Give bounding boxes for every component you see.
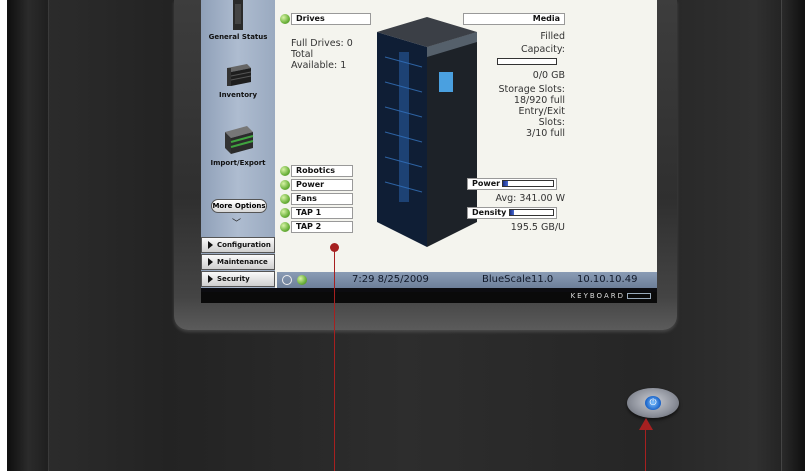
sidebar-item-label: Inventory — [218, 91, 258, 99]
maintenance-button[interactable]: Maintenance — [201, 254, 275, 270]
available-text: Available: 1 — [291, 60, 347, 71]
tap2-label[interactable]: TAP 2 — [291, 221, 353, 233]
status-ok-icon — [280, 194, 290, 204]
tap1-label[interactable]: TAP 1 — [291, 207, 353, 219]
sidebar-item-label: Import/Export — [210, 159, 266, 167]
security-button[interactable]: Security — [201, 271, 275, 287]
library-front-panel: General Status Inventory Import/Export M… — [7, 0, 805, 471]
chevron-down-icon[interactable]: ﹀ — [232, 216, 241, 229]
full-drives-text: Full Drives: 0 — [291, 38, 353, 49]
capacity-bar — [497, 58, 557, 65]
general-status-view: Drives Full Drives: 0 Total Available: 1… — [277, 0, 657, 272]
play-icon — [208, 241, 213, 249]
status-version: BlueScale11.0 — [482, 274, 554, 285]
status-ok-icon — [280, 166, 290, 176]
button-label: Maintenance — [217, 258, 268, 266]
entry-exit-text: Entry/Exit — [518, 106, 565, 117]
status-ip: 10.10.10.49 — [577, 274, 638, 285]
power-metric-title: Power — [472, 179, 501, 188]
configuration-button[interactable]: Configuration — [201, 237, 275, 253]
total-text: Total — [291, 49, 314, 60]
status-ok-icon — [297, 275, 307, 285]
slots-text: Slots: — [538, 117, 565, 128]
power-bar — [502, 180, 554, 187]
callout-line-power — [645, 425, 646, 471]
status-time: 7:29 8/25/2009 — [352, 274, 429, 285]
sidebar-item-general-status[interactable]: General Status — [201, 0, 275, 41]
sidebar-item-inventory[interactable]: Inventory — [201, 60, 275, 99]
density-bar — [509, 209, 554, 216]
nav-button-group: Configuration Maintenance Security — [201, 237, 275, 288]
power-button-housing: ⏻ — [627, 388, 679, 418]
button-label: Security — [217, 275, 250, 283]
density-bar-fill — [510, 210, 515, 215]
power-bar-fill — [503, 181, 508, 186]
door-right-edge — [781, 0, 803, 471]
status-ok-icon — [280, 180, 290, 190]
capacity-value: 0/0 GB — [532, 70, 565, 81]
rack-icon — [233, 0, 243, 30]
power-icon[interactable]: ⏻ — [645, 396, 661, 410]
sidebar: General Status Inventory Import/Export M… — [201, 0, 275, 288]
fans-label[interactable]: Fans — [291, 193, 353, 205]
play-icon — [208, 258, 213, 266]
door-left-edge — [9, 0, 49, 471]
operator-panel: General Status Inventory Import/Export M… — [201, 0, 657, 288]
sidebar-item-label: General Status — [208, 33, 268, 41]
slots-value: 3/10 full — [526, 128, 565, 139]
play-icon — [208, 275, 213, 283]
keyboard-bar[interactable]: KEYBOARD — [201, 292, 657, 303]
status-ok-icon — [280, 14, 290, 24]
callout-arrow — [639, 418, 653, 430]
callout-dot — [330, 243, 339, 252]
more-options-button[interactable]: More Options — [211, 199, 267, 213]
filled-text: Filled — [540, 31, 565, 42]
touch-screen: General Status Inventory Import/Export M… — [201, 0, 657, 303]
density-value: 195.5 GB/U — [510, 222, 565, 233]
status-ok-icon — [280, 208, 290, 218]
drives-label[interactable]: Drives — [291, 13, 371, 25]
keyboard-icon — [627, 293, 651, 299]
density-title: Density — [472, 208, 507, 217]
keyboard-label: KEYBOARD — [570, 292, 625, 300]
storage-slots-text: Storage Slots: — [498, 84, 565, 95]
sidebar-item-import-export[interactable]: Import/Export — [201, 122, 275, 167]
tape-stack-icon — [227, 64, 252, 86]
callout-line-touchscreen — [334, 247, 335, 471]
button-label: Configuration — [217, 241, 271, 249]
status-ok-icon — [280, 222, 290, 232]
magazine-icon — [225, 126, 254, 154]
storage-slots-value: 18/920 full — [513, 95, 565, 106]
power-component-label[interactable]: Power — [291, 179, 353, 191]
capacity-text: Capacity: — [520, 44, 565, 55]
robotics-label[interactable]: Robotics — [291, 165, 353, 177]
activity-icon — [282, 275, 292, 285]
power-avg-text: Avg: 341.00 W — [495, 193, 565, 204]
media-label[interactable]: Media — [463, 13, 565, 25]
